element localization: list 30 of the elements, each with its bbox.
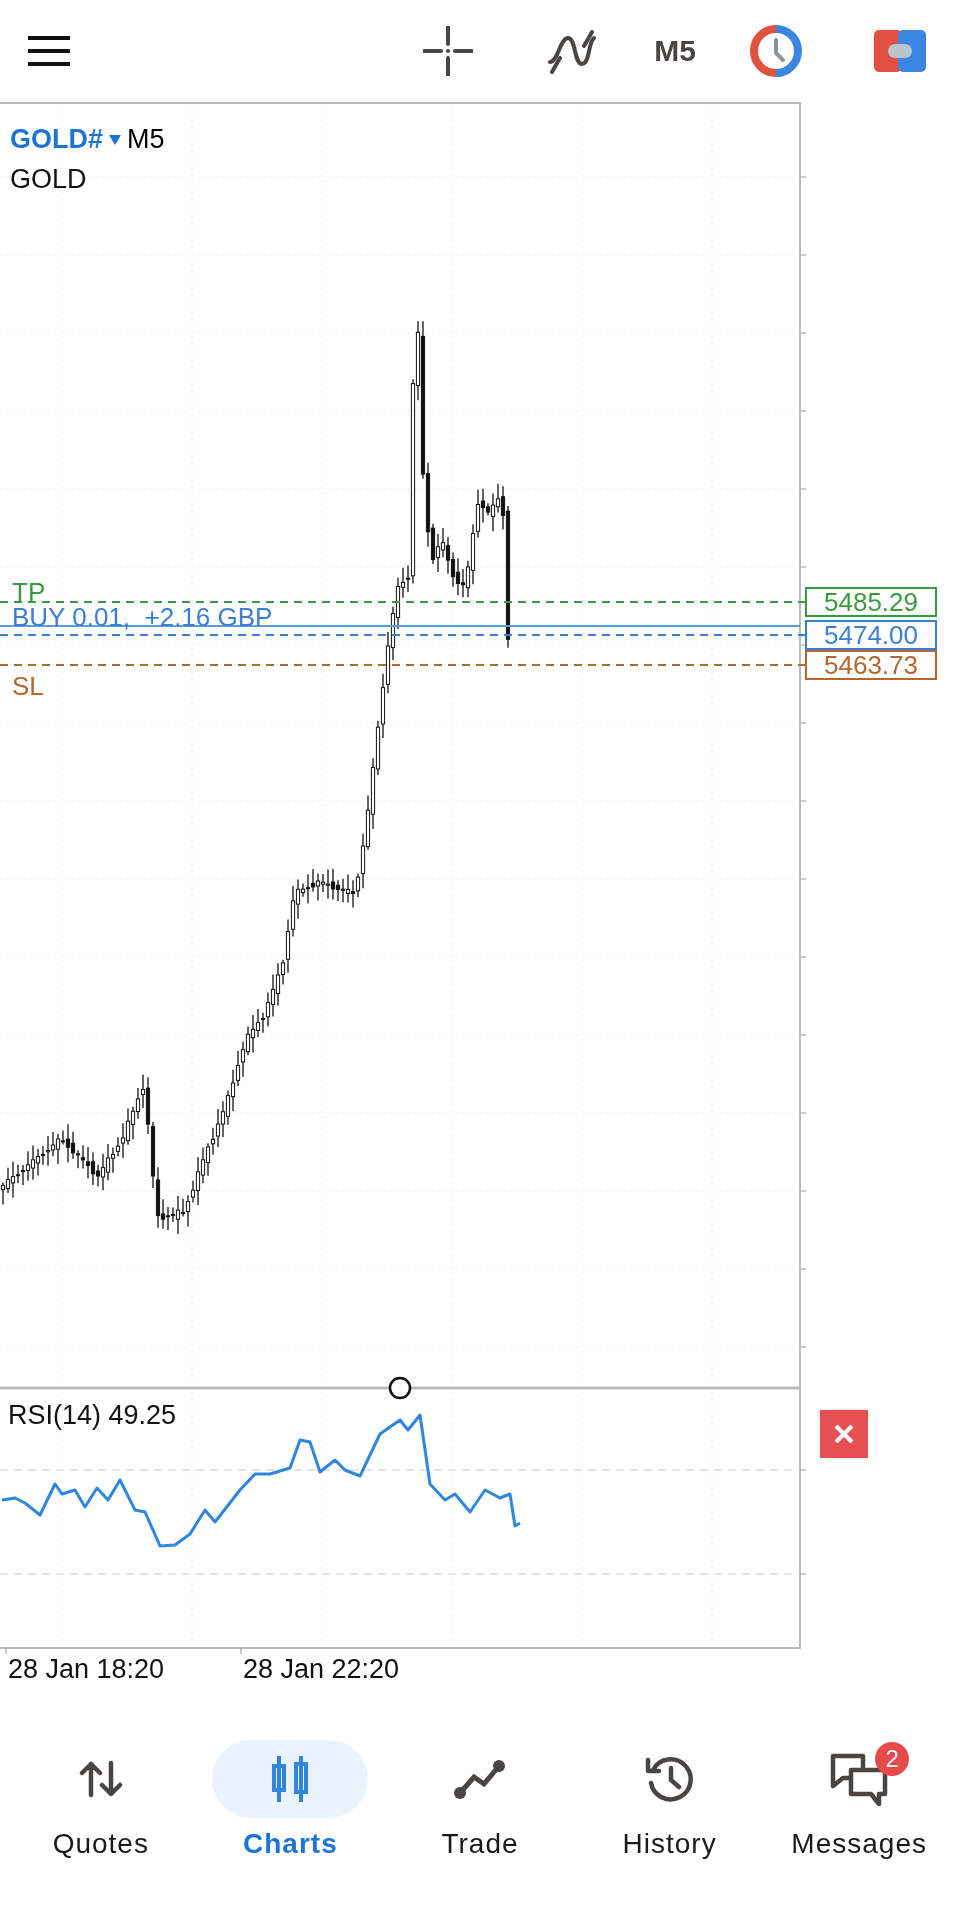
line-chart-icon [453,1757,507,1801]
wave-icon[interactable] [546,28,599,74]
timeframe-button[interactable]: M5 [654,34,696,68]
symbol-label[interactable]: GOLD# [10,124,103,155]
price-tag: 5474.00 [805,620,937,650]
timeframe-label: M5 [127,124,165,155]
nav-tab[interactable]: History [574,1740,765,1860]
arrows-icon [78,1759,123,1799]
close-icon [833,1423,855,1445]
dropdown-icon[interactable] [109,134,121,145]
close-button[interactable] [820,1410,868,1458]
symbol-description: GOLD [10,164,87,195]
unread-badge: 2 [875,1742,910,1776]
price-tag: 5485.29 [805,587,937,617]
time-label: 28 Jan 18:20 [8,1654,165,1685]
resize-handle[interactable] [388,1376,412,1400]
menu-icon[interactable] [26,35,72,67]
toggle-icon[interactable] [874,30,926,72]
history-icon [643,1754,696,1804]
time-label: 28 Jan 22:20 [243,1654,400,1685]
order-label: SL [12,673,44,699]
price-tag: 5463.73 [805,650,937,680]
nav-tab[interactable]: Trade [385,1740,575,1860]
nav-tab[interactable]: 2 Messages [764,1740,954,1860]
crosshair-icon[interactable] [423,26,474,76]
clock-icon[interactable] [749,24,803,78]
order-label: TP [12,579,46,605]
nav-tab[interactable]: Quotes [6,1740,196,1860]
indicator-label: RSI(14) 49.25 [8,1400,177,1431]
order-label: BUY 0.01, +2.16 GBP [12,604,273,630]
